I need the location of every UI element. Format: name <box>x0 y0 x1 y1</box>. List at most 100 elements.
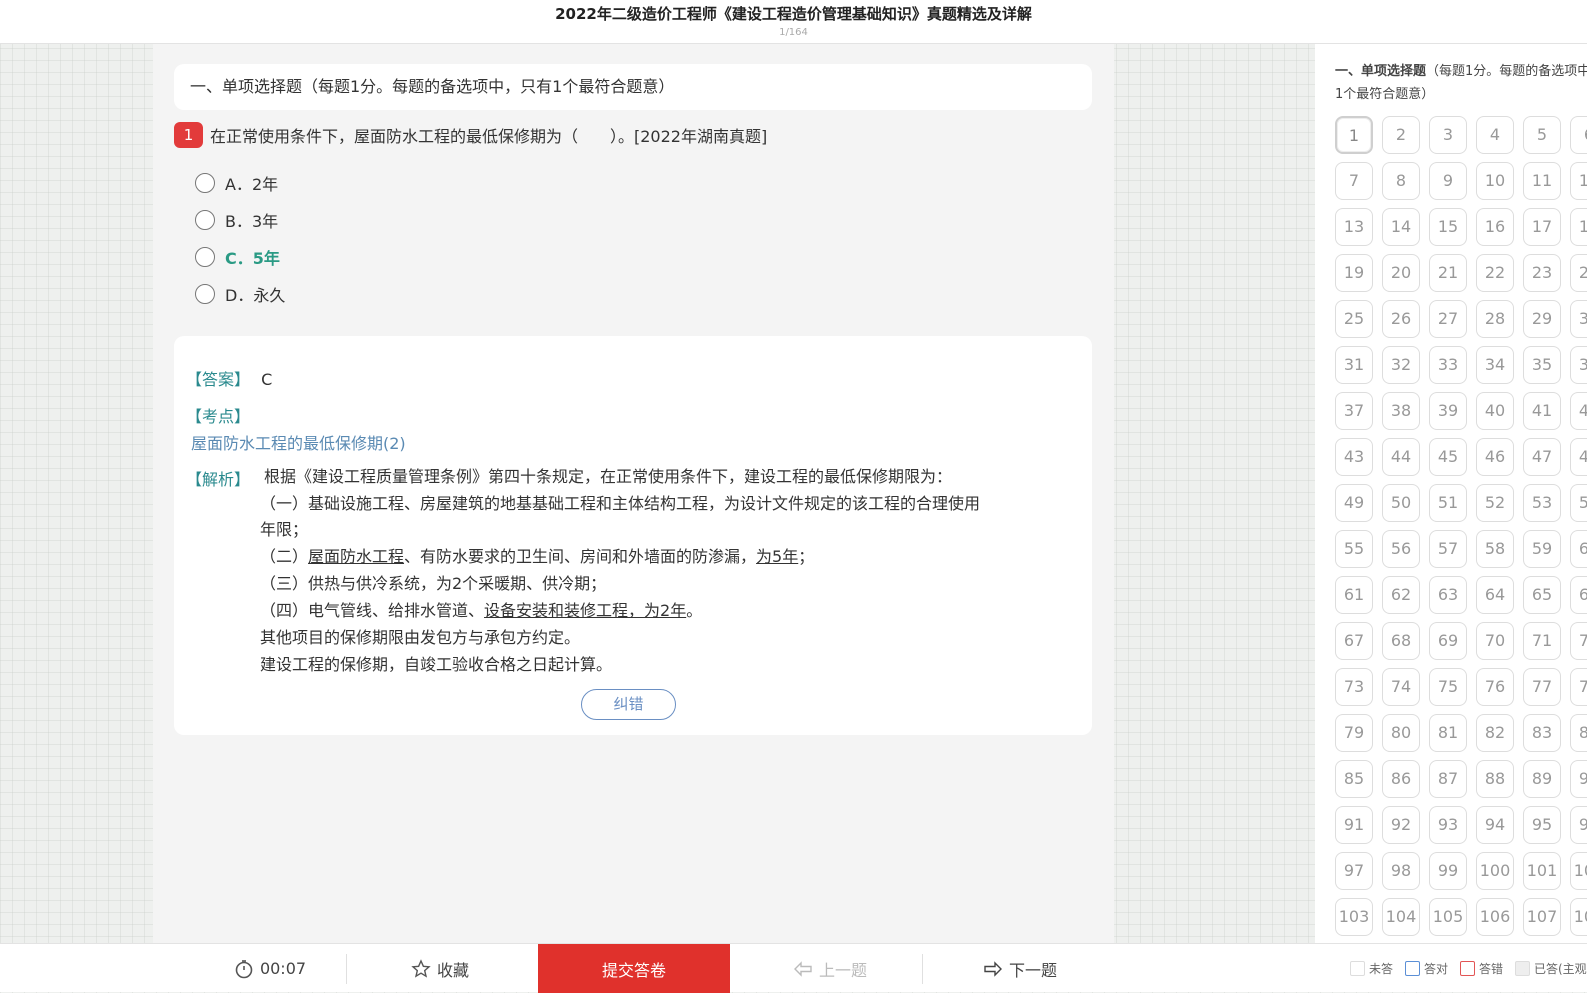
question-cell[interactable]: 70 <box>1476 622 1514 660</box>
question-cell[interactable]: 108 <box>1570 898 1587 936</box>
question-cell[interactable]: 2 <box>1382 116 1420 154</box>
question-cell[interactable]: 102 <box>1570 852 1587 890</box>
question-cell[interactable]: 24 <box>1570 254 1587 292</box>
question-cell[interactable]: 90 <box>1570 760 1587 798</box>
radio-d[interactable] <box>195 284 215 304</box>
option-a[interactable]: A．2年 <box>195 171 278 195</box>
submit-button[interactable]: 提交答卷 <box>538 944 730 993</box>
question-cell[interactable]: 92 <box>1382 806 1420 844</box>
question-cell[interactable]: 104 <box>1382 898 1420 936</box>
question-cell[interactable]: 52 <box>1476 484 1514 522</box>
question-cell[interactable]: 28 <box>1476 300 1514 338</box>
question-cell[interactable]: 65 <box>1523 576 1561 614</box>
question-cell[interactable]: 27 <box>1429 300 1467 338</box>
question-cell[interactable]: 101 <box>1523 852 1561 890</box>
question-cell[interactable]: 29 <box>1523 300 1561 338</box>
report-error-button[interactable]: 纠错 <box>581 689 676 720</box>
question-cell[interactable]: 97 <box>1335 852 1373 890</box>
question-cell[interactable]: 106 <box>1476 898 1514 936</box>
question-cell[interactable]: 30 <box>1570 300 1587 338</box>
question-cell[interactable]: 100 <box>1476 852 1514 890</box>
question-cell[interactable]: 16 <box>1476 208 1514 246</box>
question-cell[interactable]: 8 <box>1382 162 1420 200</box>
question-cell[interactable]: 68 <box>1382 622 1420 660</box>
question-cell[interactable]: 75 <box>1429 668 1467 706</box>
question-cell[interactable]: 91 <box>1335 806 1373 844</box>
question-cell[interactable]: 72 <box>1570 622 1587 660</box>
question-cell[interactable]: 84 <box>1570 714 1587 752</box>
prev-question-button[interactable]: 上一题 <box>760 944 900 993</box>
question-cell[interactable]: 57 <box>1429 530 1467 568</box>
question-cell[interactable]: 77 <box>1523 668 1561 706</box>
question-cell[interactable]: 54 <box>1570 484 1587 522</box>
question-cell[interactable]: 25 <box>1335 300 1373 338</box>
question-cell[interactable]: 22 <box>1476 254 1514 292</box>
question-cell[interactable]: 53 <box>1523 484 1561 522</box>
question-cell[interactable]: 85 <box>1335 760 1373 798</box>
question-cell[interactable]: 9 <box>1429 162 1467 200</box>
question-cell[interactable]: 73 <box>1335 668 1373 706</box>
question-cell[interactable]: 107 <box>1523 898 1561 936</box>
question-cell[interactable]: 76 <box>1476 668 1514 706</box>
question-cell[interactable]: 95 <box>1523 806 1561 844</box>
question-cell[interactable]: 89 <box>1523 760 1561 798</box>
question-cell[interactable]: 39 <box>1429 392 1467 430</box>
question-cell[interactable]: 1 <box>1335 116 1373 154</box>
question-cell[interactable]: 13 <box>1335 208 1373 246</box>
knowledge-point-link[interactable]: 屋面防水工程的最低保修期(2) <box>191 430 406 454</box>
question-cell[interactable]: 14 <box>1382 208 1420 246</box>
question-cell[interactable]: 33 <box>1429 346 1467 384</box>
question-cell[interactable]: 41 <box>1523 392 1561 430</box>
question-cell[interactable]: 17 <box>1523 208 1561 246</box>
question-cell[interactable]: 36 <box>1570 346 1587 384</box>
question-cell[interactable]: 11 <box>1523 162 1561 200</box>
question-cell[interactable]: 69 <box>1429 622 1467 660</box>
question-cell[interactable]: 79 <box>1335 714 1373 752</box>
question-cell[interactable]: 88 <box>1476 760 1514 798</box>
question-cell[interactable]: 20 <box>1382 254 1420 292</box>
question-cell[interactable]: 26 <box>1382 300 1420 338</box>
question-cell[interactable]: 15 <box>1429 208 1467 246</box>
question-cell[interactable]: 56 <box>1382 530 1420 568</box>
question-cell[interactable]: 60 <box>1570 530 1587 568</box>
question-cell[interactable]: 37 <box>1335 392 1373 430</box>
question-cell[interactable]: 105 <box>1429 898 1467 936</box>
question-cell[interactable]: 103 <box>1335 898 1373 936</box>
question-cell[interactable]: 12 <box>1570 162 1587 200</box>
question-cell[interactable]: 83 <box>1523 714 1561 752</box>
question-cell[interactable]: 31 <box>1335 346 1373 384</box>
question-cell[interactable]: 40 <box>1476 392 1514 430</box>
option-c[interactable]: C．5年 <box>195 245 280 269</box>
question-cell[interactable]: 43 <box>1335 438 1373 476</box>
question-cell[interactable]: 82 <box>1476 714 1514 752</box>
question-cell[interactable]: 3 <box>1429 116 1467 154</box>
option-b[interactable]: B．3年 <box>195 208 278 232</box>
question-cell[interactable]: 18 <box>1570 208 1587 246</box>
question-cell[interactable]: 34 <box>1476 346 1514 384</box>
option-d[interactable]: D．永久 <box>195 282 285 306</box>
question-cell[interactable]: 35 <box>1523 346 1561 384</box>
question-cell[interactable]: 99 <box>1429 852 1467 890</box>
question-cell[interactable]: 23 <box>1523 254 1561 292</box>
radio-b[interactable] <box>195 210 215 230</box>
question-cell[interactable]: 86 <box>1382 760 1420 798</box>
question-cell[interactable]: 64 <box>1476 576 1514 614</box>
question-cell[interactable]: 62 <box>1382 576 1420 614</box>
question-cell[interactable]: 4 <box>1476 116 1514 154</box>
question-cell[interactable]: 78 <box>1570 668 1587 706</box>
question-cell[interactable]: 98 <box>1382 852 1420 890</box>
question-cell[interactable]: 32 <box>1382 346 1420 384</box>
question-cell[interactable]: 59 <box>1523 530 1561 568</box>
question-cell[interactable]: 96 <box>1570 806 1587 844</box>
question-cell[interactable]: 47 <box>1523 438 1561 476</box>
question-cell[interactable]: 49 <box>1335 484 1373 522</box>
question-cell[interactable]: 7 <box>1335 162 1373 200</box>
question-cell[interactable]: 80 <box>1382 714 1420 752</box>
question-cell[interactable]: 42 <box>1570 392 1587 430</box>
next-question-button[interactable]: 下一题 <box>950 944 1090 993</box>
question-cell[interactable]: 5 <box>1523 116 1561 154</box>
question-cell[interactable]: 61 <box>1335 576 1373 614</box>
question-cell[interactable]: 94 <box>1476 806 1514 844</box>
question-cell[interactable]: 63 <box>1429 576 1467 614</box>
question-cell[interactable]: 71 <box>1523 622 1561 660</box>
